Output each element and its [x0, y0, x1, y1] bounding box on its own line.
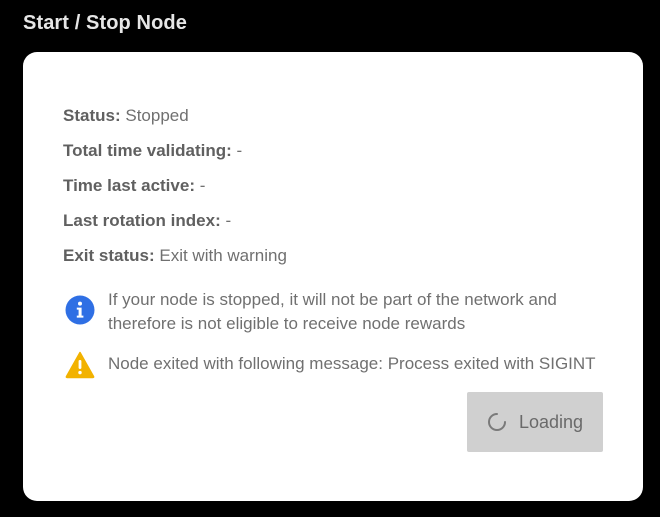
status-row-status: Status: Stopped: [63, 104, 287, 139]
info-notice-text: If your node is stopped, it will not be …: [108, 290, 557, 333]
page: Start / Stop Node Status: Stopped Total …: [0, 0, 660, 517]
status-value: Stopped: [125, 106, 189, 125]
warning-notice-text: Node exited with following message: Proc…: [108, 354, 596, 373]
info-icon: [65, 295, 95, 325]
spinner-icon: [487, 413, 506, 431]
status-label: Status:: [63, 106, 121, 125]
warning-icon: [65, 351, 95, 379]
status-row-total-time: Total time validating: -: [63, 139, 287, 174]
status-row-last-active: Time last active: -: [63, 174, 287, 209]
rotation-index-value: -: [225, 211, 232, 230]
loading-button[interactable]: Loading: [467, 392, 603, 452]
last-active-label: Time last active:: [63, 176, 195, 195]
total-time-value: -: [236, 141, 243, 160]
total-time-label: Total time validating:: [63, 141, 232, 160]
exit-status-value: Exit with warning: [159, 246, 287, 265]
warning-notice: Node exited with following message: Proc…: [65, 351, 625, 380]
page-title: Start / Stop Node: [23, 12, 187, 34]
status-row-rotation-index: Last rotation index: -: [63, 209, 287, 244]
info-notice: If your node is stopped, it will not be …: [65, 288, 625, 336]
node-control-card: Status: Stopped Total time validating: -…: [23, 52, 643, 501]
rotation-index-label: Last rotation index:: [63, 211, 221, 230]
status-row-exit-status: Exit status: Exit with warning: [63, 244, 287, 279]
status-list: Status: Stopped Total time validating: -…: [63, 104, 287, 279]
last-active-value: -: [199, 176, 206, 195]
loading-button-label: Loading: [518, 411, 584, 432]
exit-status-label: Exit status:: [63, 246, 155, 265]
